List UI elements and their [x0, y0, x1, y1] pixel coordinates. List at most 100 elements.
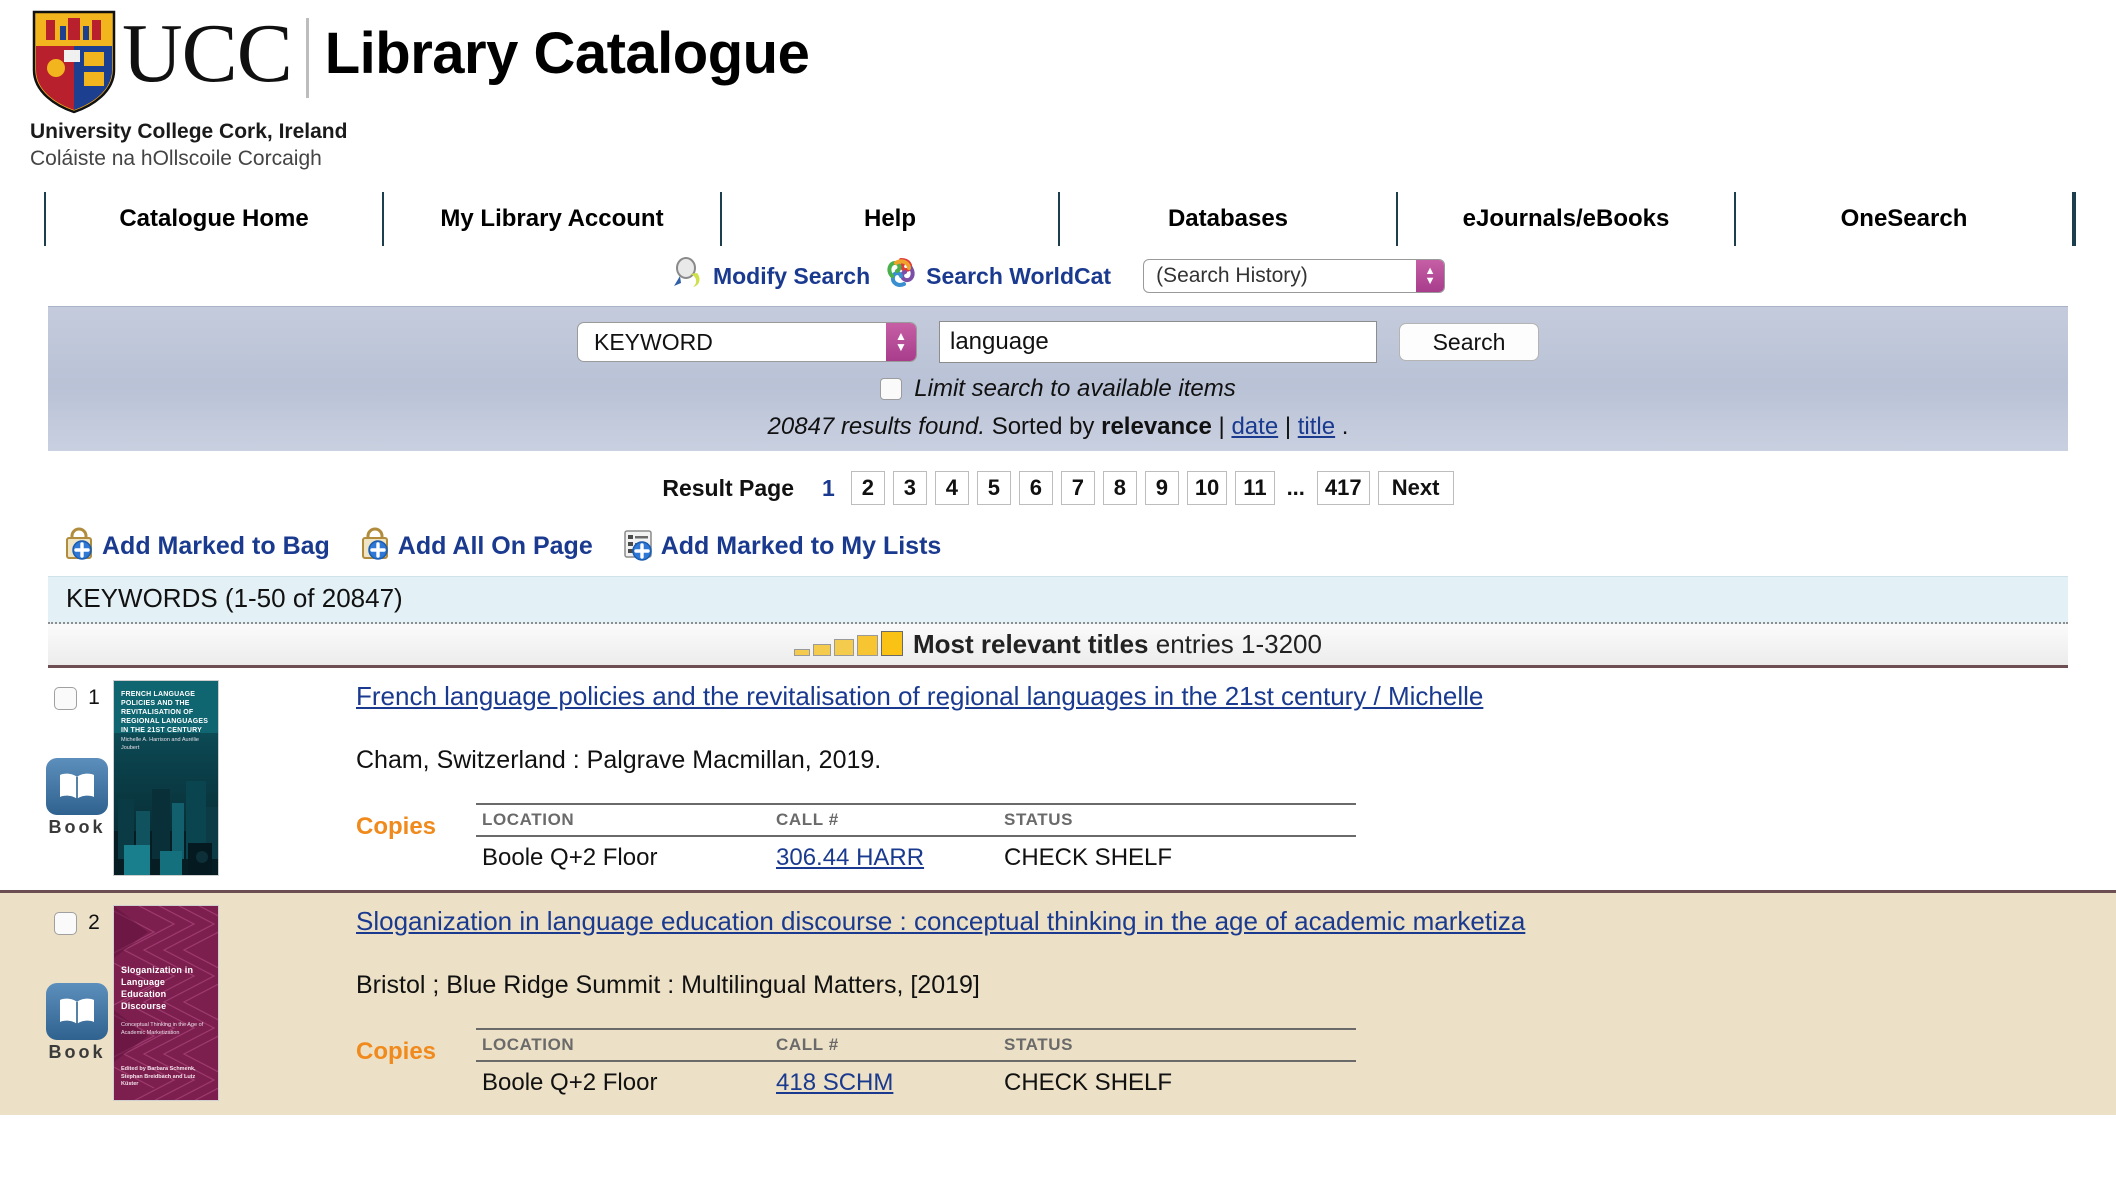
- copies-section: Copies LOCATION CALL # STATUS Boole Q+2 …: [356, 803, 2068, 872]
- copies-label: Copies: [356, 1038, 437, 1065]
- ucc-crest-icon: [30, 6, 118, 114]
- pagination-page-9[interactable]: 9: [1144, 471, 1179, 505]
- add-marked-to-my-lists-link[interactable]: Add Marked to My Lists: [621, 527, 942, 566]
- call-number-link[interactable]: 418 SCHM: [776, 1069, 893, 1096]
- copy-status: CHECK SHELF: [1004, 1069, 1173, 1096]
- copies-data-row: Boole Q+2 Floor 306.44 HARR CHECK SHELF: [476, 837, 1356, 872]
- result-details: Sloganization in language education disc…: [348, 905, 2068, 1101]
- add-marked-to-bag-label: Add Marked to Bag: [102, 532, 330, 560]
- copy-call-number: 418 SCHM: [776, 1069, 1004, 1097]
- add-marked-to-my-lists-label: Add Marked to My Lists: [660, 532, 942, 560]
- search-history-value: (Search History): [1156, 264, 1308, 287]
- pagination-next-button[interactable]: Next: [1377, 471, 1454, 505]
- result-imprint: Bristol ; Blue Ridge Summit : Multilingu…: [356, 971, 980, 999]
- pagination-page-4[interactable]: 4: [934, 471, 969, 505]
- nav-end-divider: [2072, 192, 2076, 246]
- limit-available-checkbox[interactable]: [880, 378, 903, 400]
- pagination-page-3[interactable]: 3: [892, 471, 927, 505]
- search-index-select[interactable]: KEYWORD ▲ ▼: [577, 322, 917, 362]
- result-details: French language policies and the revital…: [348, 680, 2068, 876]
- add-all-on-page-link[interactable]: Add All On Page: [358, 527, 593, 566]
- pagination-ellipsis: ...: [1286, 475, 1305, 500]
- bag-plus-icon: [358, 527, 392, 566]
- cover-title-text: FRENCH LANGUAGE POLICIES AND THE REVITAL…: [121, 691, 209, 734]
- nav-item-my-library-account[interactable]: My Library Account: [382, 192, 720, 246]
- relevance-band-strong: Most relevant titles: [913, 629, 1149, 659]
- copies-label: Copies: [356, 813, 437, 840]
- relevance-meter-icon: [794, 630, 903, 656]
- copies-header-row: LOCATION CALL # STATUS: [476, 803, 1356, 837]
- pagination-label: Result Page: [662, 474, 795, 501]
- result-select-column: 2 Book: [46, 905, 108, 1101]
- nav-item-catalogue-home[interactable]: Catalogue Home: [44, 192, 382, 246]
- result-title-link[interactable]: French language policies and the revital…: [356, 680, 2068, 712]
- copies-section: Copies LOCATION CALL # STATUS Boole Q+2 …: [356, 1028, 2068, 1097]
- bulk-actions: Add Marked to Bag Add All On Page Add Ma…: [62, 527, 2116, 566]
- modify-search-link[interactable]: Modify Search: [671, 257, 870, 295]
- limit-available-label: Limit search to available items: [914, 375, 1236, 402]
- sort-sep-2: |: [1284, 413, 1292, 440]
- result-select-line: 1: [54, 686, 100, 710]
- result-number: 1: [88, 686, 100, 709]
- search-input[interactable]: [939, 321, 1377, 363]
- pagination-page-11[interactable]: 11: [1235, 471, 1275, 505]
- bag-plus-icon: [62, 527, 96, 566]
- sort-sep-1: |: [1218, 413, 1225, 440]
- search-row: KEYWORD ▲▼ Search: [48, 321, 2068, 363]
- call-number-link[interactable]: 306.44 HARR: [776, 844, 924, 871]
- limit-available-row: Limit search to available items: [48, 375, 2068, 403]
- result-title-link[interactable]: Sloganization in language education disc…: [356, 905, 2068, 937]
- results-count: 20847 results found.: [767, 413, 986, 440]
- worldcat-icon: [884, 257, 918, 295]
- pagination-page-2[interactable]: 2: [850, 471, 885, 505]
- main-navigation: Catalogue Home My Library Account Help D…: [44, 192, 2076, 246]
- nav-item-help[interactable]: Help: [720, 192, 1058, 246]
- nav-item-databases[interactable]: Databases: [1058, 192, 1396, 246]
- search-button[interactable]: Search: [1399, 323, 1539, 361]
- nav-item-ejournals-ebooks[interactable]: eJournals/eBooks: [1396, 192, 1734, 246]
- column-header-call: CALL #: [776, 810, 839, 829]
- sort-by-date-link[interactable]: date: [1231, 413, 1278, 440]
- sorted-by-label: Sorted by: [991, 413, 1095, 440]
- add-marked-to-bag-link[interactable]: Add Marked to Bag: [62, 527, 330, 566]
- copies-data-row: Boole Q+2 Floor 418 SCHM CHECK SHELF: [476, 1062, 1356, 1097]
- chevron-updown-icon: ▲ ▼: [1416, 260, 1445, 292]
- open-book-icon: [46, 758, 108, 815]
- column-header-status: STATUS: [1004, 810, 1074, 829]
- pagination-page-7[interactable]: 7: [1060, 471, 1095, 505]
- keywords-summary-band: KEYWORDS (1-50 of 20847): [48, 576, 2068, 624]
- result-cover-column: FRENCH LANGUAGE POLICIES AND THE REVITAL…: [106, 680, 226, 876]
- chevron-updown-icon: ▲ ▼: [886, 323, 916, 361]
- cover-authors-text: Edited by Barbara Schmenk, Stephan Breid…: [121, 1066, 196, 1087]
- magnifier-pencil-icon: [671, 257, 705, 295]
- search-history-select[interactable]: (Search History) ▲ ▼: [1143, 259, 1446, 293]
- result-cover-column: Sloganization in Language Education Disc…: [106, 905, 226, 1101]
- column-header-location: LOCATION: [482, 1035, 575, 1054]
- pagination-page-8[interactable]: 8: [1102, 471, 1137, 505]
- search-worldcat-label: Search WorldCat: [926, 262, 1112, 289]
- pagination-page-6[interactable]: 6: [1018, 471, 1053, 505]
- site-logo[interactable]: UCC Library Catalogue: [30, 6, 810, 114]
- column-header-status: STATUS: [1004, 1035, 1074, 1054]
- list-plus-icon: [621, 527, 655, 566]
- result-checkbox[interactable]: [54, 686, 78, 710]
- cover-subtitle-text: Conceptual Thinking in the Age of Academ…: [121, 1022, 204, 1036]
- pagination-page-5[interactable]: 5: [976, 471, 1011, 505]
- pagination-last-page[interactable]: 417: [1316, 471, 1370, 505]
- logo-divider: [305, 18, 309, 98]
- copies-header-row: LOCATION CALL # STATUS: [476, 1028, 1356, 1062]
- university-names: University College Cork, Ireland Coláist…: [30, 120, 347, 171]
- copy-call-number: 306.44 HARR: [776, 844, 1004, 872]
- result-imprint: Cham, Switzerland : Palgrave Macmillan, …: [356, 746, 882, 774]
- search-panel: KEYWORD ▲▼ Search Limit search to availa…: [48, 306, 2068, 451]
- result-checkbox[interactable]: [54, 911, 78, 935]
- nav-item-onesearch[interactable]: OneSearch: [1734, 192, 2072, 246]
- sort-by-title-link[interactable]: title: [1298, 413, 1335, 440]
- sort-active: relevance: [1101, 413, 1212, 440]
- relevance-band: Most relevant titles entries 1-3200: [48, 624, 2068, 668]
- modify-search-label: Modify Search: [712, 262, 871, 289]
- pagination-page-10[interactable]: 10: [1186, 471, 1228, 505]
- search-worldcat-link[interactable]: Search WorldCat: [884, 257, 1111, 295]
- nav-label: OneSearch: [1840, 205, 1968, 232]
- column-header-call: CALL #: [776, 1035, 839, 1054]
